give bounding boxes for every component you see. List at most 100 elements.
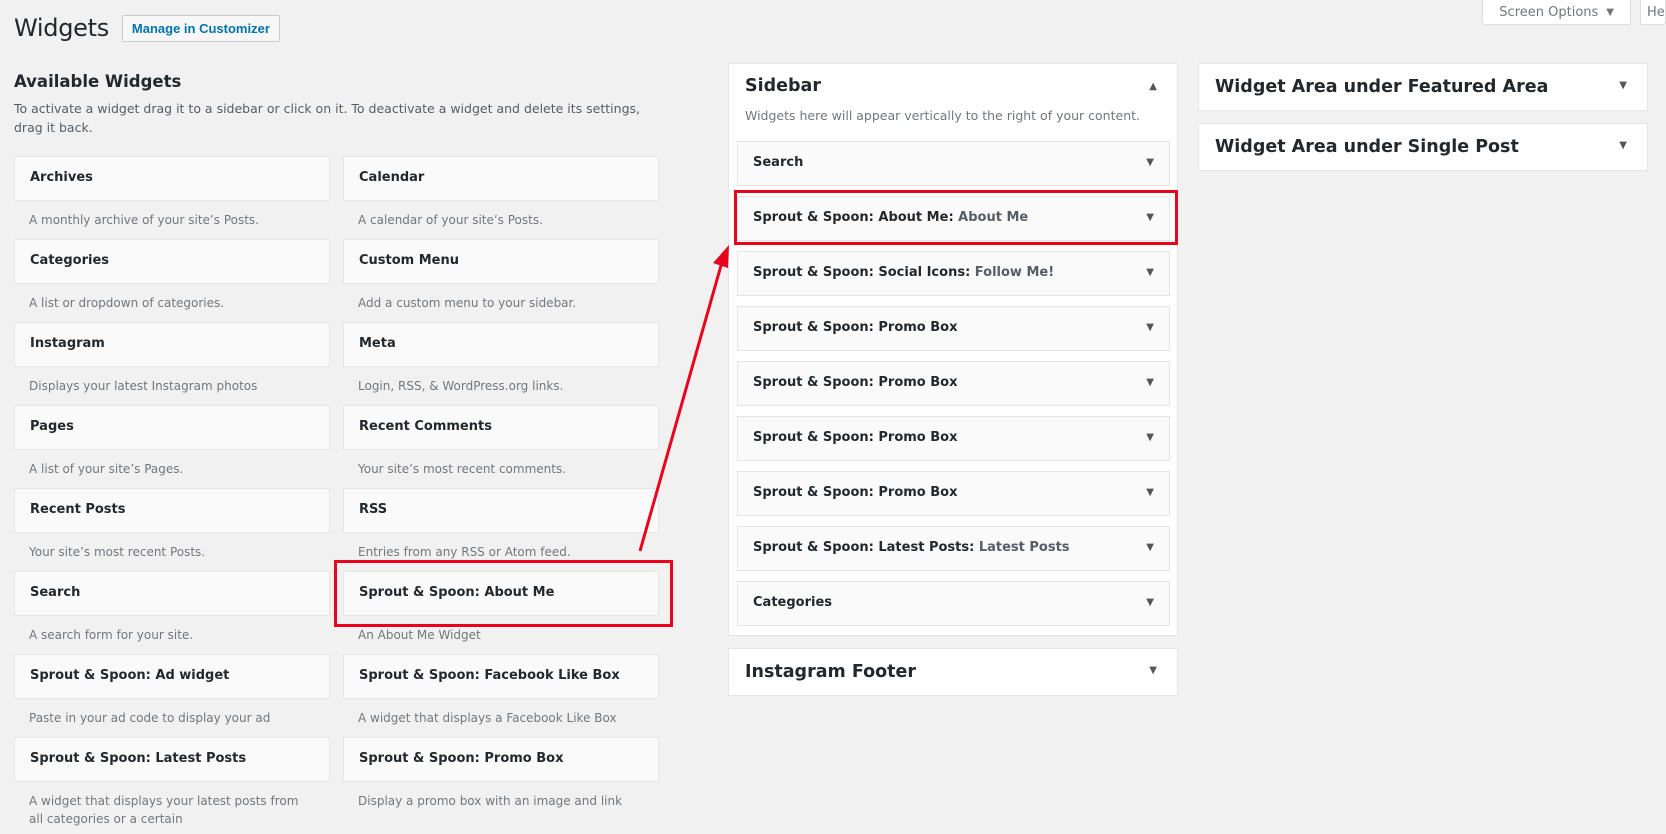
- widget-search[interactable]: Search A search form for your site.: [14, 571, 330, 654]
- widget-title[interactable]: Sprout & Spoon: Facebook Like Box: [343, 654, 659, 699]
- instagram-footer-title: Instagram Footer: [745, 662, 917, 682]
- caret-up-icon[interactable]: ▲: [1149, 81, 1157, 92]
- widget-title[interactable]: Meta: [343, 322, 659, 367]
- sidebar-widget-categories[interactable]: Categories ▼: [737, 581, 1170, 626]
- sidebar-widget-latest-posts[interactable]: Sprout & Spoon: Latest Posts: Latest Pos…: [737, 526, 1170, 571]
- arrow-head: [713, 245, 729, 268]
- widget-title[interactable]: Custom Menu: [343, 239, 659, 284]
- caret-down-icon[interactable]: ▼: [1146, 322, 1154, 333]
- widget-description: A list or dropdown of categories.: [29, 296, 225, 310]
- caret-down-icon: ▼: [1606, 6, 1614, 18]
- caret-down-icon[interactable]: ▼: [1146, 487, 1154, 498]
- widget-sprout-spoon-latest-posts[interactable]: Sprout & Spoon: Latest Posts A widget th…: [14, 737, 330, 826]
- widget-description: A monthly archive of your site’s Posts.: [29, 213, 259, 227]
- widget-recent-posts[interactable]: Recent Posts Your site’s most recent Pos…: [14, 488, 330, 571]
- widget-categories[interactable]: Categories A list or dropdown of categor…: [14, 239, 330, 322]
- widget-description: Display a promo box with an image and li…: [358, 794, 623, 808]
- widget-description: Add a custom menu to your sidebar.: [358, 296, 577, 310]
- sidebar-widget-search[interactable]: Search ▼: [737, 141, 1170, 186]
- widget-title[interactable]: RSS: [343, 488, 659, 533]
- single-post-area-title: Widget Area under Single Post: [1215, 137, 1519, 157]
- screen-options-button[interactable]: Screen Options ▼: [1482, 0, 1631, 25]
- widget-title[interactable]: Sprout & Spoon: Ad widget: [14, 654, 330, 699]
- sidebar-widget-promo-box[interactable]: Sprout & Spoon: Promo Box ▼: [737, 471, 1170, 516]
- widget-title[interactable]: Categories: [14, 239, 330, 284]
- page-header: Widgets Manage in Customizer: [14, 14, 280, 42]
- caret-down-icon[interactable]: ▼: [1146, 212, 1154, 223]
- caret-down-icon[interactable]: ▼: [1146, 267, 1154, 278]
- featured-area-title: Widget Area under Featured Area: [1215, 77, 1549, 97]
- available-widgets-description: To activate a widget drag it to a sideba…: [14, 101, 640, 135]
- widget-description: A search form for your site.: [29, 628, 194, 642]
- instagram-footer-area[interactable]: Instagram Footer ▼: [728, 648, 1178, 696]
- help-button[interactable]: Help: [1640, 0, 1666, 25]
- widget-archives[interactable]: Archives A monthly archive of your site’…: [14, 156, 330, 239]
- widget-description: A widget that displays a Facebook Like B…: [358, 711, 617, 725]
- widget-meta[interactable]: Meta Login, RSS, & WordPress.org links.: [343, 322, 659, 405]
- widget-title[interactable]: Recent Posts: [14, 488, 330, 533]
- widget-title[interactable]: Pages: [14, 405, 330, 450]
- widget-sprout-spoon-promo-box[interactable]: Sprout & Spoon: Promo Box Display a prom…: [343, 737, 659, 820]
- sidebar-widget-about-me[interactable]: Sprout & Spoon: About Me: About Me ▼: [737, 196, 1170, 241]
- sidebar-area-title[interactable]: Sidebar: [745, 76, 821, 96]
- sidebar-widget-promo-box[interactable]: Sprout & Spoon: Promo Box ▼: [737, 306, 1170, 351]
- caret-down-icon[interactable]: ▼: [1146, 432, 1154, 443]
- widget-sprout-spoon-facebook-like-box[interactable]: Sprout & Spoon: Facebook Like Box A widg…: [343, 654, 659, 737]
- widget-recent-comments[interactable]: Recent Comments Your site’s most recent …: [343, 405, 659, 488]
- widget-description: Your site’s most recent Posts.: [29, 545, 206, 559]
- widget-instance-title: About Me: [958, 210, 1029, 225]
- caret-down-icon[interactable]: ▼: [1146, 157, 1154, 168]
- widget-title: Categories: [753, 595, 833, 610]
- widget-title[interactable]: Sprout & Spoon: Promo Box: [343, 737, 659, 782]
- screen-meta-links: Screen Options ▼ Help: [1482, 0, 1666, 25]
- featured-area-widget-area[interactable]: Widget Area under Featured Area ▼: [1198, 63, 1648, 111]
- widget-rss[interactable]: RSS Entries from any RSS or Atom feed.: [343, 488, 659, 571]
- widget-sprout-spoon-about-me[interactable]: Sprout & Spoon: About Me An About Me Wid…: [343, 571, 659, 654]
- widget-title[interactable]: Recent Comments: [343, 405, 659, 450]
- widget-sprout-spoon-ad[interactable]: Sprout & Spoon: Ad widget Paste in your …: [14, 654, 330, 737]
- sidebar-widget-social-icons[interactable]: Sprout & Spoon: Social Icons: Follow Me!…: [737, 251, 1170, 296]
- manage-in-customizer-button[interactable]: Manage in Customizer: [121, 14, 280, 42]
- widget-description: Entries from any RSS or Atom feed.: [358, 545, 571, 559]
- single-post-widget-area[interactable]: Widget Area under Single Post ▼: [1198, 123, 1648, 171]
- caret-down-icon[interactable]: ▼: [1619, 80, 1627, 91]
- caret-down-icon[interactable]: ▼: [1146, 377, 1154, 388]
- widget-title[interactable]: Archives: [14, 156, 330, 201]
- caret-down-icon[interactable]: ▼: [1149, 665, 1157, 676]
- sidebar-widget-list: Search ▼ Sprout & Spoon: About Me: About…: [737, 141, 1170, 636]
- widget-instance-title: Latest Posts: [978, 540, 1070, 555]
- widget-description: An About Me Widget: [358, 628, 481, 642]
- widget-title[interactable]: Search: [14, 571, 330, 616]
- caret-down-icon[interactable]: ▼: [1146, 542, 1154, 553]
- widget-description: A calendar of your site’s Posts.: [358, 213, 543, 227]
- widget-title: Sprout & Spoon: Promo Box: [753, 375, 958, 390]
- screen-options-label: Screen Options: [1499, 4, 1599, 20]
- caret-down-icon[interactable]: ▼: [1619, 140, 1627, 151]
- sidebar-widget-promo-box[interactable]: Sprout & Spoon: Promo Box ▼: [737, 361, 1170, 406]
- widget-instagram[interactable]: Instagram Displays your latest Instagram…: [14, 322, 330, 405]
- available-widgets-title: Available Widgets: [14, 72, 182, 91]
- widget-title: Search: [753, 155, 804, 170]
- caret-down-icon[interactable]: ▼: [1146, 597, 1154, 608]
- widget-description: Paste in your ad code to display your ad: [29, 711, 271, 725]
- widget-title: Sprout & Spoon: About Me: [753, 210, 949, 225]
- sidebar-area-description: Widgets here will appear vertically to t…: [745, 108, 1140, 123]
- sidebar-widget-promo-box[interactable]: Sprout & Spoon: Promo Box ▼: [737, 416, 1170, 461]
- widget-description: Login, RSS, & WordPress.org links.: [358, 379, 564, 393]
- widget-title[interactable]: Instagram: [14, 322, 330, 367]
- widget-title[interactable]: Sprout & Spoon: Latest Posts: [14, 737, 330, 782]
- widget-instance-title: Follow Me!: [974, 265, 1055, 280]
- widget-title[interactable]: Sprout & Spoon: About Me: [343, 571, 659, 616]
- widget-calendar[interactable]: Calendar A calendar of your site’s Posts…: [343, 156, 659, 239]
- page-title: Widgets: [14, 14, 109, 42]
- widget-custom-menu[interactable]: Custom Menu Add a custom menu to your si…: [343, 239, 659, 322]
- widget-pages[interactable]: Pages A list of your site’s Pages.: [14, 405, 330, 488]
- widget-description: A list of your site’s Pages.: [29, 462, 184, 476]
- help-label: Help: [1647, 4, 1665, 20]
- widget-title: Sprout & Spoon: Promo Box: [753, 320, 958, 335]
- available-widgets-section: Available Widgets To activate a widget d…: [14, 72, 660, 137]
- widget-title: Sprout & Spoon: Latest Posts: [753, 540, 970, 555]
- widget-description: Your site’s most recent comments.: [358, 462, 567, 476]
- widget-title: Sprout & Spoon: Promo Box: [753, 430, 958, 445]
- widget-title[interactable]: Calendar: [343, 156, 659, 201]
